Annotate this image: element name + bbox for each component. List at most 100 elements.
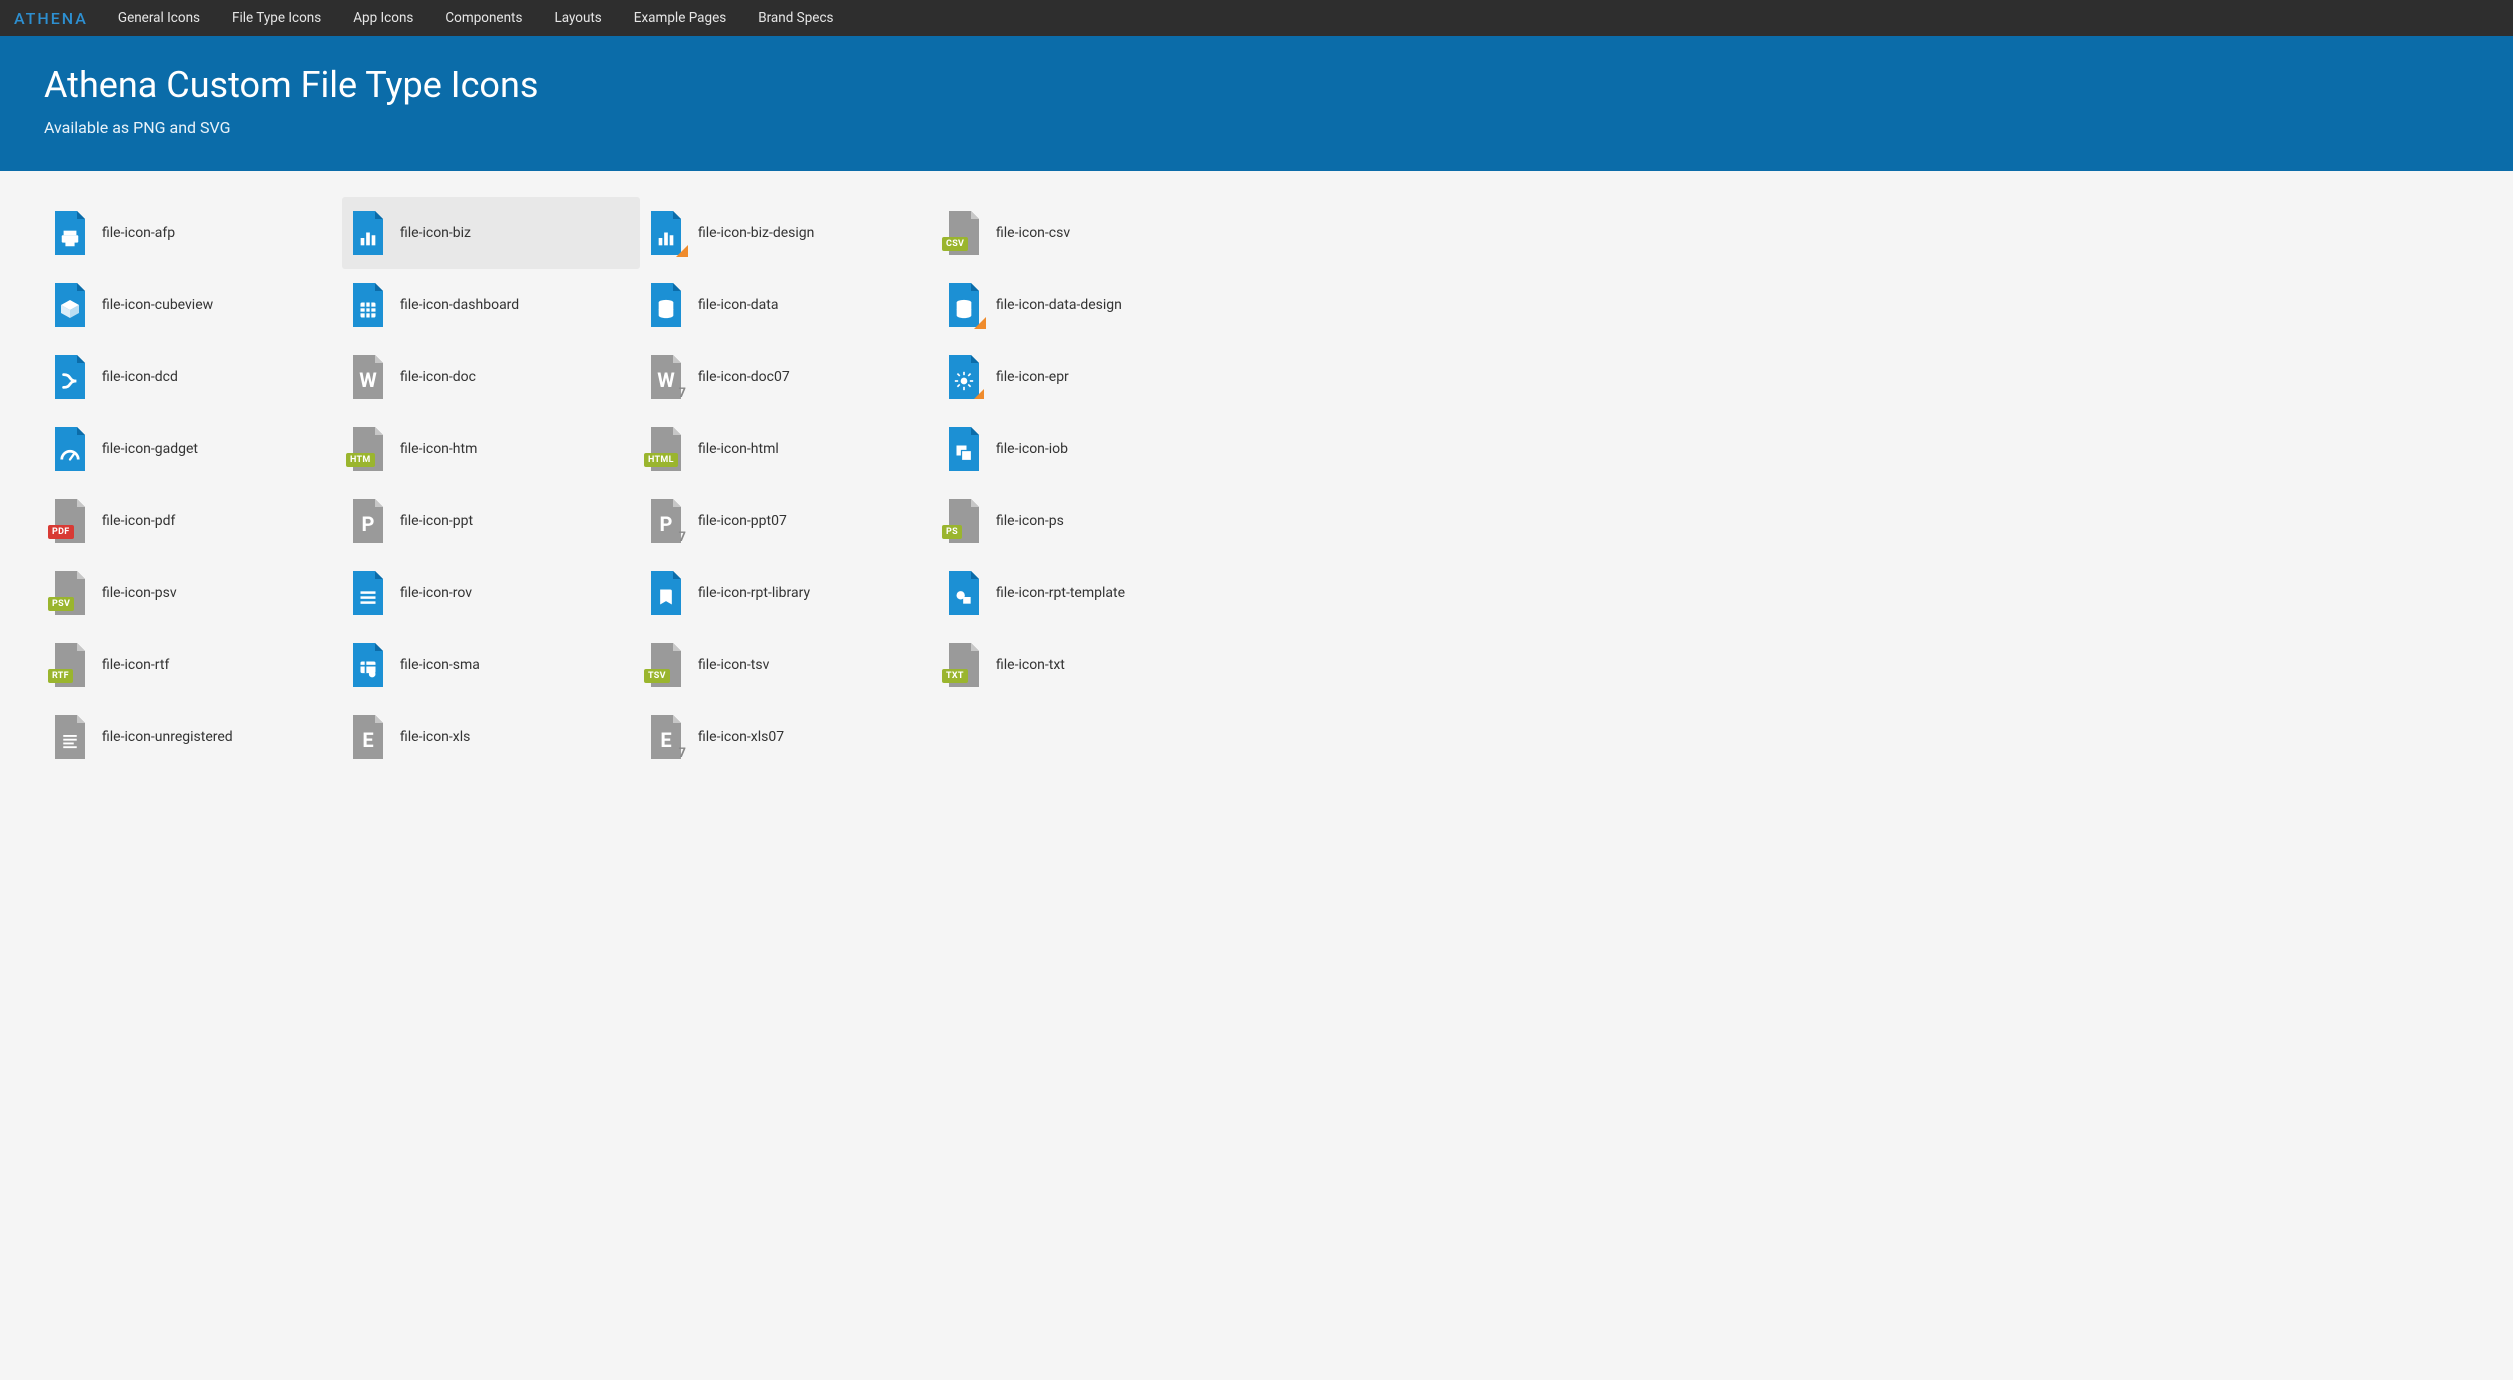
icon-item-ppt[interactable]: P file-icon-ppt — [342, 485, 640, 557]
icon-label: file-icon-htm — [400, 441, 477, 457]
file-icon-html-icon: HTML — [648, 427, 684, 471]
file-icon-sma-icon — [350, 643, 386, 687]
nav-layouts[interactable]: Layouts — [540, 2, 615, 34]
file-icon-dcd-icon — [52, 355, 88, 399]
icon-label: file-icon-dcd — [102, 369, 178, 385]
icon-item-html[interactable]: HTML file-icon-html — [640, 413, 938, 485]
icon-item-doc[interactable]: W file-icon-doc — [342, 341, 640, 413]
icon-item-unregistered[interactable]: file-icon-unregistered — [44, 701, 342, 773]
nav-components[interactable]: Components — [431, 2, 536, 34]
file-icon-txt-icon: TXT — [946, 643, 982, 687]
icon-item-rpt-template[interactable]: file-icon-rpt-template — [938, 557, 1236, 629]
icon-item-rov[interactable]: file-icon-rov — [342, 557, 640, 629]
icon-label: file-icon-rtf — [102, 657, 169, 673]
file-icon-htm-icon: HTM — [350, 427, 386, 471]
icon-item-data-design[interactable]: file-icon-data-design — [938, 269, 1236, 341]
icon-item-csv[interactable]: CSV file-icon-csv — [938, 197, 1236, 269]
icon-label: file-icon-rov — [400, 585, 472, 601]
page-subtitle: Available as PNG and SVG — [44, 118, 2469, 137]
file-icon-doc07-icon: W7 — [648, 355, 684, 399]
icon-label: file-icon-xls — [400, 729, 470, 745]
icon-label: file-icon-biz — [400, 225, 471, 241]
icon-label: file-icon-epr — [996, 369, 1069, 385]
icon-item-tsv[interactable]: TSV file-icon-tsv — [640, 629, 938, 701]
icon-label: file-icon-txt — [996, 657, 1065, 673]
icon-item-rtf[interactable]: RTF file-icon-rtf — [44, 629, 342, 701]
icon-item-biz[interactable]: file-icon-biz — [342, 197, 640, 269]
icon-grid: file-icon-afp file-icon-biz file-icon-bi… — [0, 171, 1280, 799]
file-icon-ppt07-icon: P7 — [648, 499, 684, 543]
file-icon-epr-icon — [946, 355, 982, 399]
page-hero: Athena Custom File Type Icons Available … — [0, 36, 2513, 171]
file-icon-iob-icon — [946, 427, 982, 471]
file-icon-pdf-icon: PDF — [52, 499, 88, 543]
file-icon-rpt-library-icon — [648, 571, 684, 615]
icon-label: file-icon-pdf — [102, 513, 175, 529]
icon-label: file-icon-tsv — [698, 657, 769, 673]
nav-brand-specs[interactable]: Brand Specs — [744, 2, 847, 34]
file-icon-dashboard-icon — [350, 283, 386, 327]
icon-label: file-icon-doc07 — [698, 369, 790, 385]
icon-item-dcd[interactable]: file-icon-dcd — [44, 341, 342, 413]
icon-label: file-icon-xls07 — [698, 729, 784, 745]
icon-item-gadget[interactable]: file-icon-gadget — [44, 413, 342, 485]
icon-label: file-icon-afp — [102, 225, 175, 241]
file-icon-afp-icon — [52, 211, 88, 255]
icon-label: file-icon-sma — [400, 657, 480, 673]
file-icon-doc-icon: W — [350, 355, 386, 399]
file-icon-rtf-icon: RTF — [52, 643, 88, 687]
icon-item-data[interactable]: file-icon-data — [640, 269, 938, 341]
file-icon-tsv-icon: TSV — [648, 643, 684, 687]
icon-item-rpt-library[interactable]: file-icon-rpt-library — [640, 557, 938, 629]
icon-item-biz-design[interactable]: file-icon-biz-design — [640, 197, 938, 269]
icon-item-pdf[interactable]: PDF file-icon-pdf — [44, 485, 342, 557]
icon-label: file-icon-psv — [102, 585, 177, 601]
icon-item-txt[interactable]: TXT file-icon-txt — [938, 629, 1236, 701]
icon-label: file-icon-ps — [996, 513, 1064, 529]
icon-item-sma[interactable]: file-icon-sma — [342, 629, 640, 701]
icon-label: file-icon-dashboard — [400, 297, 519, 313]
file-icon-data-design-icon — [946, 283, 982, 327]
icon-item-epr[interactable]: file-icon-epr — [938, 341, 1236, 413]
file-icon-psv-icon: PSV — [52, 571, 88, 615]
file-icon-xls-icon: E — [350, 715, 386, 759]
file-icon-data-icon — [648, 283, 684, 327]
icon-label: file-icon-data-design — [996, 297, 1122, 313]
icon-label: file-icon-rpt-template — [996, 585, 1125, 601]
file-icon-biz-design-icon — [648, 211, 684, 255]
icon-label: file-icon-gadget — [102, 441, 198, 457]
icon-label: file-icon-biz-design — [698, 225, 814, 241]
file-icon-ps-icon: PS — [946, 499, 982, 543]
icon-label: file-icon-csv — [996, 225, 1070, 241]
icon-label: file-icon-doc — [400, 369, 476, 385]
icon-item-xls07[interactable]: E7 file-icon-xls07 — [640, 701, 938, 773]
icon-label: file-icon-ppt — [400, 513, 473, 529]
icon-item-iob[interactable]: file-icon-iob — [938, 413, 1236, 485]
file-icon-csv-icon: CSV — [946, 211, 982, 255]
file-icon-cubeview-icon — [52, 283, 88, 327]
icon-item-ps[interactable]: PS file-icon-ps — [938, 485, 1236, 557]
icon-item-dashboard[interactable]: file-icon-dashboard — [342, 269, 640, 341]
file-icon-ppt-icon: P — [350, 499, 386, 543]
icon-item-htm[interactable]: HTM file-icon-htm — [342, 413, 640, 485]
icon-label: file-icon-html — [698, 441, 779, 457]
icon-label: file-icon-data — [698, 297, 778, 313]
nav-example-pages[interactable]: Example Pages — [620, 2, 740, 34]
icon-label: file-icon-unregistered — [102, 729, 233, 745]
icon-item-cubeview[interactable]: file-icon-cubeview — [44, 269, 342, 341]
file-icon-xls07-icon: E7 — [648, 715, 684, 759]
nav-app-icons[interactable]: App Icons — [339, 2, 427, 34]
icon-item-xls[interactable]: E file-icon-xls — [342, 701, 640, 773]
icon-label: file-icon-iob — [996, 441, 1068, 457]
nav-file-type-icons[interactable]: File Type Icons — [218, 2, 335, 34]
icon-label: file-icon-cubeview — [102, 297, 213, 313]
icon-item-afp[interactable]: file-icon-afp — [44, 197, 342, 269]
icon-item-ppt07[interactable]: P7 file-icon-ppt07 — [640, 485, 938, 557]
icon-label: file-icon-rpt-library — [698, 585, 810, 601]
brand-logo: ATHENA — [10, 9, 100, 28]
icon-item-doc07[interactable]: W7 file-icon-doc07 — [640, 341, 938, 413]
page-title: Athena Custom File Type Icons — [44, 64, 2469, 106]
icon-item-psv[interactable]: PSV file-icon-psv — [44, 557, 342, 629]
file-icon-rov-icon — [350, 571, 386, 615]
nav-general-icons[interactable]: General Icons — [104, 2, 214, 34]
